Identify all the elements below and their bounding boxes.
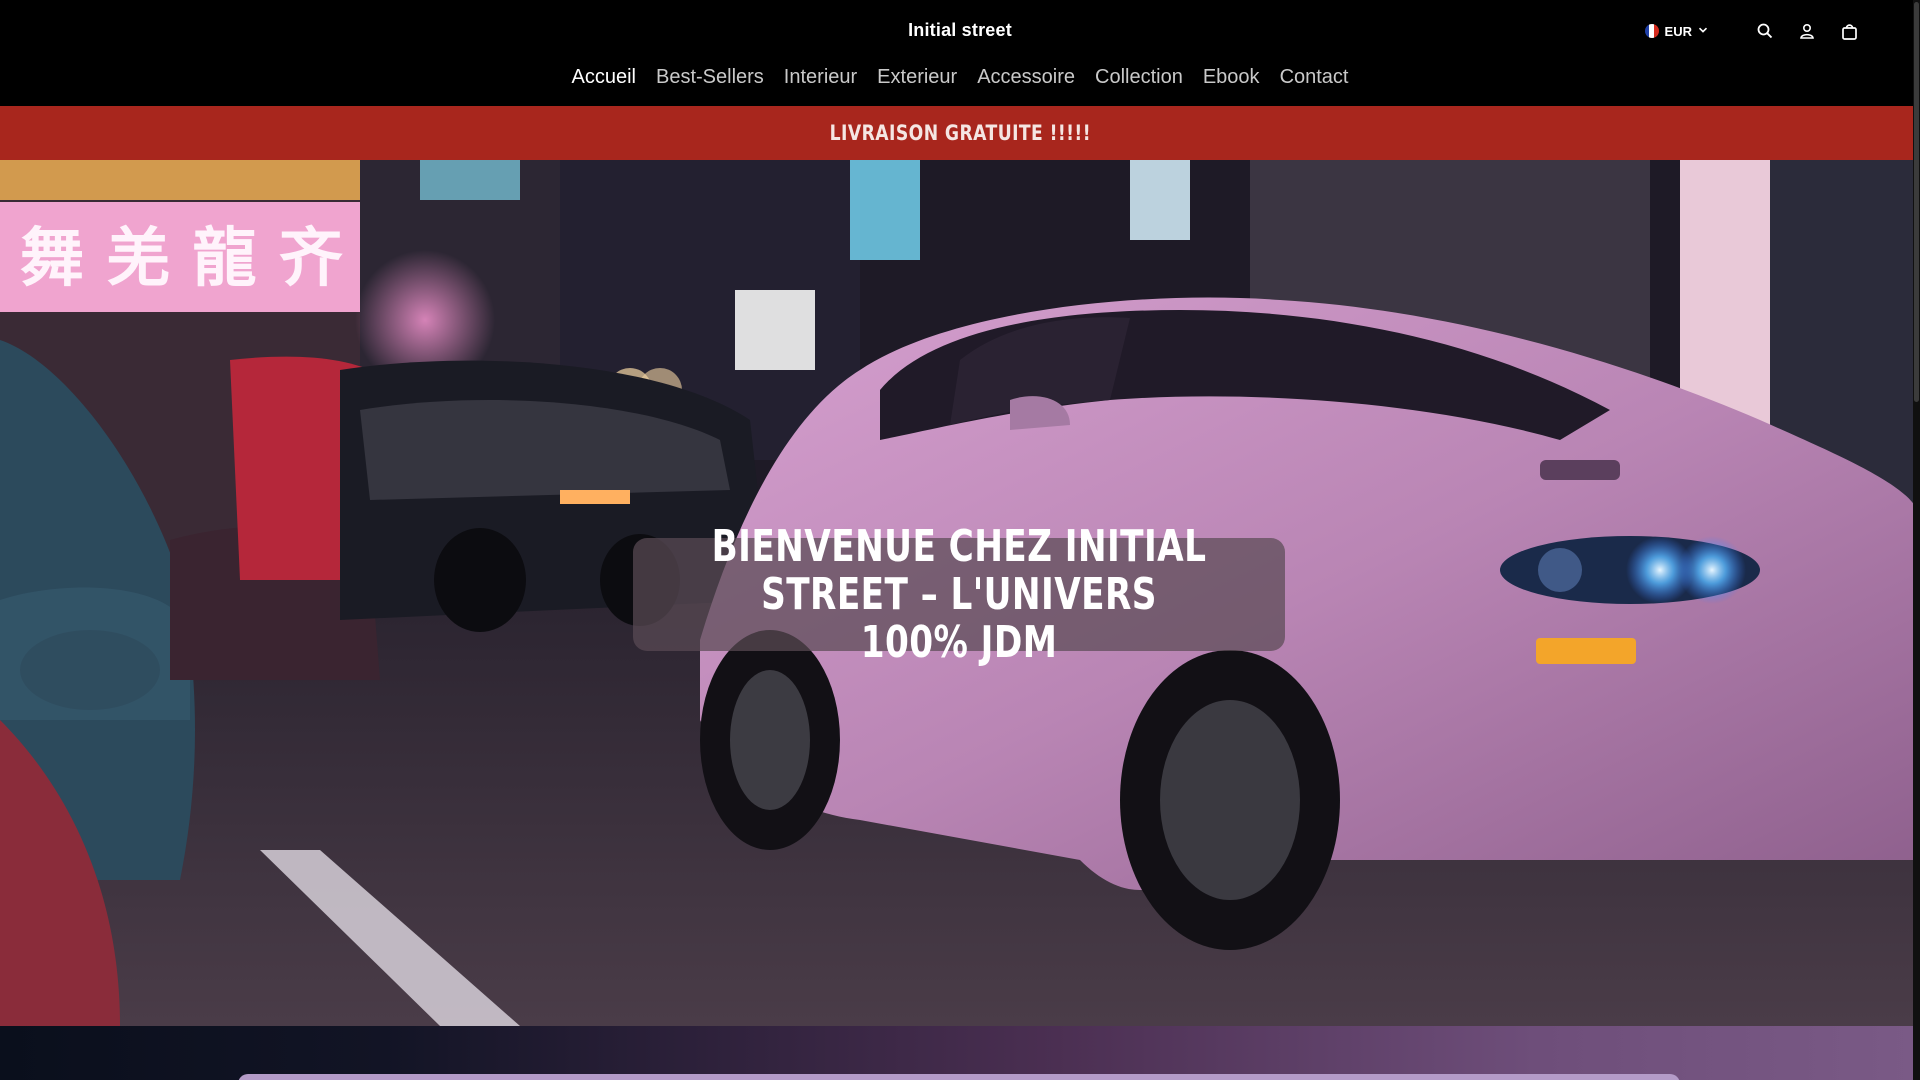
- scrollbar-thumb[interactable]: [1914, 2, 1919, 402]
- announcement-text: LIVRAISON GRATUITE !!!!!: [829, 121, 1091, 145]
- currency-code: EUR: [1664, 23, 1692, 39]
- page-scrollbar[interactable]: [1913, 0, 1920, 1080]
- site-header: Initial street EUR Accueil Best-Sellers …: [0, 0, 1920, 106]
- search-icon[interactable]: [1754, 20, 1776, 42]
- hero-title: BIENVENUE CHEZ INITIAL STREET – L'UNIVER…: [711, 520, 1207, 668]
- nav-item-ebook[interactable]: Ebook: [1203, 66, 1260, 89]
- france-flag-icon: [1644, 24, 1659, 38]
- next-section-card: [238, 1074, 1680, 1080]
- announcement-bar: LIVRAISON GRATUITE !!!!!: [0, 106, 1920, 160]
- nav-item-contact[interactable]: Contact: [1280, 66, 1349, 89]
- cart-icon[interactable]: [1838, 20, 1860, 42]
- account-icon[interactable]: [1796, 20, 1818, 42]
- nav-item-accueil[interactable]: Accueil: [572, 66, 636, 89]
- nav-item-interieur[interactable]: Interieur: [784, 66, 857, 89]
- nav-item-collection[interactable]: Collection: [1095, 66, 1183, 89]
- main-navigation: Accueil Best-Sellers Interieur Exterieur…: [0, 66, 1920, 89]
- svg-text:舞 羌 龍 齐: 舞 羌 龍 齐: [20, 222, 343, 296]
- chevron-down-icon: [1698, 22, 1708, 40]
- nav-item-best-sellers[interactable]: Best-Sellers: [656, 66, 764, 89]
- currency-selector[interactable]: EUR: [1644, 22, 1708, 40]
- hero-banner: 舞 羌 龍 齐 BIENVENUE CHEZ INITIAL STREET – …: [0, 160, 1920, 1026]
- next-section-background: [0, 1026, 1920, 1080]
- nav-item-accessoire[interactable]: Accessoire: [977, 66, 1075, 89]
- header-utilities: EUR: [1644, 18, 1860, 44]
- brand-logo[interactable]: Initial street: [0, 20, 1920, 41]
- hero-title-box: BIENVENUE CHEZ INITIAL STREET – L'UNIVER…: [633, 522, 1285, 666]
- nav-item-exterieur[interactable]: Exterieur: [877, 66, 957, 89]
